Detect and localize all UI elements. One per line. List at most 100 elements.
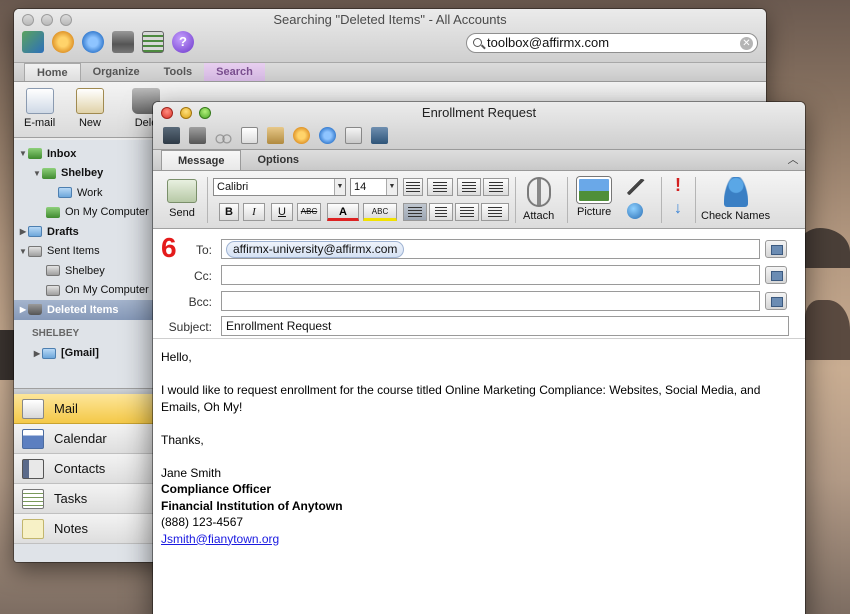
signature-icon[interactable] bbox=[627, 179, 645, 195]
body-paragraph: I would like to request enrollment for t… bbox=[161, 383, 761, 414]
tab-options[interactable]: Options bbox=[241, 150, 315, 170]
folder-sent-on-my-computer[interactable]: On My Computer bbox=[14, 281, 154, 301]
bold-button[interactable]: B bbox=[219, 203, 239, 221]
disclosure-triangle-icon[interactable]: ▼ bbox=[18, 149, 28, 158]
search-icon bbox=[473, 38, 482, 47]
new-item-button[interactable]: New bbox=[76, 88, 104, 129]
subject-field[interactable]: Enrollment Request bbox=[221, 316, 789, 336]
nav-contacts[interactable]: Contacts bbox=[14, 454, 154, 484]
to-address-book-button[interactable] bbox=[765, 240, 787, 258]
copy-icon[interactable] bbox=[241, 127, 258, 144]
attach-file-icon[interactable] bbox=[371, 127, 388, 144]
underline-button[interactable]: U bbox=[271, 203, 293, 221]
italic-button[interactable]: I bbox=[243, 203, 265, 221]
print-icon[interactable] bbox=[189, 127, 206, 144]
sent-items-icon bbox=[46, 284, 60, 296]
font-size-value: 14 bbox=[354, 181, 367, 193]
undo-icon[interactable] bbox=[293, 127, 310, 144]
font-size-select[interactable]: 14 ▼ bbox=[350, 178, 398, 196]
collapse-ribbon-icon[interactable]: ︿ bbox=[785, 152, 801, 168]
font-color-button[interactable]: A bbox=[327, 203, 359, 221]
dropdown-arrow-icon[interactable]: ▼ bbox=[386, 179, 397, 195]
undo-icon[interactable] bbox=[52, 31, 74, 53]
help-icon[interactable]: ? bbox=[172, 31, 194, 53]
strikethrough-button[interactable]: ABC bbox=[297, 203, 321, 221]
signature-email-link[interactable]: Jsmith@fianytown.org bbox=[161, 532, 279, 546]
folder-sent-items[interactable]: ▼ Sent Items bbox=[14, 242, 154, 262]
nav-mail[interactable]: Mail bbox=[14, 394, 154, 424]
search-input-value: toolbox@affirmx.com bbox=[487, 35, 610, 50]
cut-icon[interactable] bbox=[215, 127, 232, 144]
numbering-button[interactable] bbox=[427, 178, 453, 196]
increase-indent-button[interactable] bbox=[483, 178, 509, 196]
paperclip-icon bbox=[526, 177, 551, 207]
save-icon[interactable] bbox=[163, 127, 180, 144]
spelling-icon[interactable] bbox=[345, 127, 362, 144]
folder-deleted-items[interactable]: ▶ Deleted Items bbox=[14, 300, 154, 320]
redo-icon[interactable] bbox=[319, 127, 336, 144]
clear-search-icon[interactable]: ✕ bbox=[740, 37, 753, 50]
nav-calendar[interactable]: Calendar bbox=[14, 424, 154, 454]
bcc-address-book-button[interactable] bbox=[765, 292, 787, 310]
font-name-value: Calibri bbox=[217, 181, 249, 193]
folder-inbox-shelbey[interactable]: ▼ Shelbey bbox=[14, 164, 154, 184]
folder-inbox[interactable]: ▼ Inbox bbox=[14, 144, 154, 164]
tab-organize[interactable]: Organize bbox=[81, 63, 152, 81]
cc-address-book-button[interactable] bbox=[765, 266, 787, 284]
folder-gmail[interactable]: ▶ [Gmail] bbox=[14, 344, 154, 364]
decrease-indent-button[interactable] bbox=[457, 178, 481, 196]
folder-label: On My Computer bbox=[65, 284, 149, 297]
redo-icon[interactable] bbox=[82, 31, 104, 53]
folder-drafts[interactable]: ▶ Drafts bbox=[14, 222, 154, 242]
new-email-icon bbox=[25, 88, 54, 114]
sent-items-icon bbox=[28, 245, 42, 257]
tab-message[interactable]: Message bbox=[161, 150, 242, 170]
disclosure-triangle-icon[interactable]: ▶ bbox=[32, 349, 42, 358]
paste-icon[interactable] bbox=[267, 127, 284, 144]
ribbon-divider bbox=[207, 177, 208, 223]
nav-notes[interactable]: Notes bbox=[14, 514, 154, 544]
ribbon-divider bbox=[695, 177, 696, 223]
send-button[interactable]: Send bbox=[163, 179, 201, 219]
bcc-field[interactable] bbox=[221, 291, 760, 311]
disclosure-triangle-icon[interactable]: ▼ bbox=[32, 169, 42, 178]
tab-home[interactable]: Home bbox=[24, 63, 81, 81]
nav-tasks[interactable]: Tasks bbox=[14, 484, 154, 514]
attach-button[interactable]: Attach bbox=[523, 177, 554, 222]
search-input[interactable]: toolbox@affirmx.com ✕ bbox=[466, 33, 758, 53]
align-right-button[interactable] bbox=[455, 203, 479, 221]
low-importance-icon[interactable]: ↓ bbox=[669, 201, 687, 217]
to-row: 6 To: affirmx-university@affirmx.com bbox=[153, 232, 805, 263]
categories-icon[interactable] bbox=[142, 31, 164, 53]
highlight-button[interactable]: ABC bbox=[363, 203, 397, 221]
align-center-button[interactable] bbox=[429, 203, 453, 221]
hyperlink-icon[interactable] bbox=[627, 203, 643, 219]
align-left-icon bbox=[408, 207, 422, 217]
recipient-token[interactable]: affirmx-university@affirmx.com bbox=[226, 241, 405, 258]
folder-work[interactable]: Work bbox=[14, 183, 154, 203]
new-email-button[interactable]: E-mail bbox=[24, 88, 55, 129]
picture-button[interactable]: Picture bbox=[577, 177, 611, 218]
folder-sent-shelbey[interactable]: Shelbey bbox=[14, 261, 154, 281]
disclosure-triangle-icon[interactable]: ▼ bbox=[18, 247, 28, 256]
disclosure-triangle-icon[interactable]: ▶ bbox=[18, 305, 28, 314]
check-names-button[interactable]: Check Names bbox=[701, 177, 770, 222]
body-greeting: Hello, bbox=[161, 350, 192, 364]
dropdown-arrow-icon[interactable]: ▼ bbox=[334, 179, 345, 195]
bullets-button[interactable] bbox=[403, 178, 423, 196]
tab-search[interactable]: Search bbox=[204, 63, 265, 81]
print-icon[interactable] bbox=[112, 31, 134, 53]
to-field[interactable]: affirmx-university@affirmx.com bbox=[221, 239, 760, 259]
align-left-button[interactable] bbox=[403, 203, 427, 221]
disclosure-triangle-icon[interactable]: ▶ bbox=[18, 227, 28, 236]
send-receive-icon[interactable] bbox=[22, 31, 44, 53]
font-name-select[interactable]: Calibri ▼ bbox=[213, 178, 346, 196]
tab-tools[interactable]: Tools bbox=[152, 63, 205, 81]
align-center-icon bbox=[435, 207, 447, 217]
cc-field[interactable] bbox=[221, 265, 760, 285]
nav-label: Calendar bbox=[54, 431, 107, 446]
justify-button[interactable] bbox=[481, 203, 509, 221]
high-importance-icon[interactable]: ! bbox=[669, 176, 687, 194]
folder-inbox-on-my-computer[interactable]: On My Computer bbox=[14, 203, 154, 223]
message-body-editor[interactable]: Hello, I would like to request enrollmen… bbox=[153, 340, 805, 614]
